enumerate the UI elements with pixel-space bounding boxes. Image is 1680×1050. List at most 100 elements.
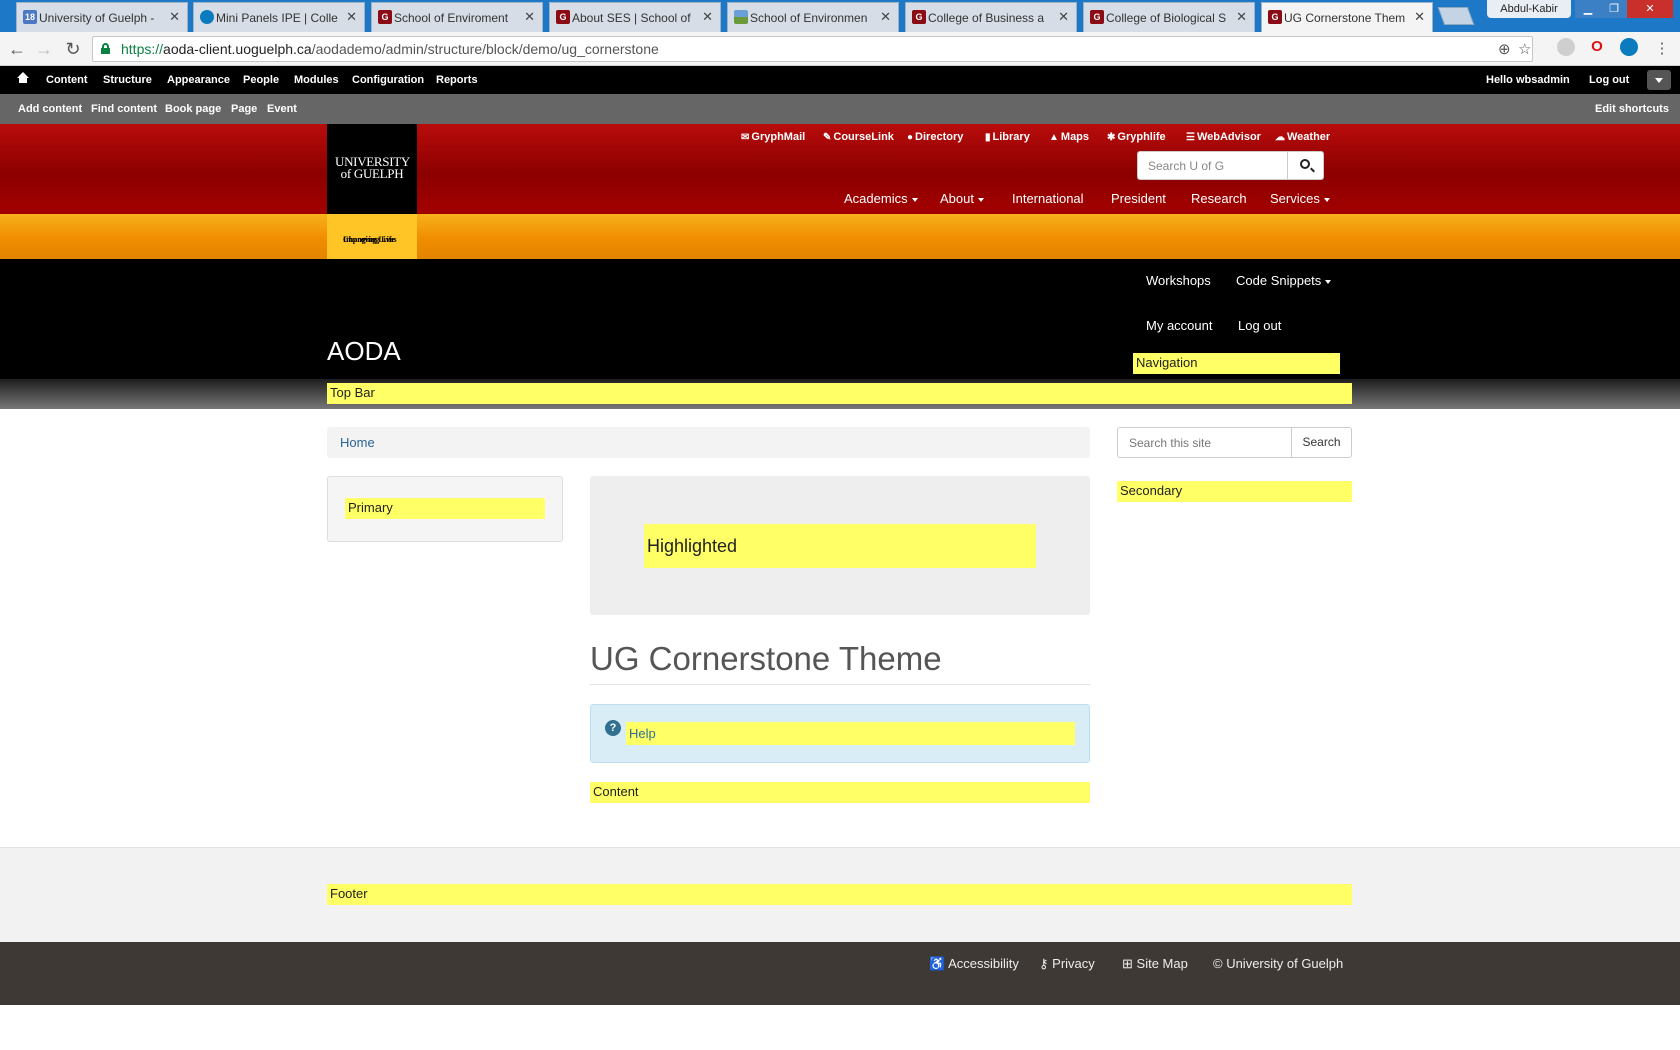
address-bar[interactable]: https://aoda-client.uoguelph.ca/aodademo… [92, 36, 1533, 62]
utility-link-library[interactable]: ▮ Library [985, 131, 1030, 143]
zoom-icon[interactable]: ⊕ [1498, 40, 1511, 58]
guelph-favicon-icon: G [1090, 10, 1104, 24]
close-tab-icon[interactable]: ✕ [880, 9, 891, 25]
browser-tab[interactable]: G College of Biological S ✕ [1083, 2, 1255, 32]
browser-tab[interactable]: Mini Panels IPE | Colle ✕ [193, 2, 365, 32]
utility-link-directory[interactable]: ● Directory [907, 131, 963, 143]
browser-tab[interactable]: G College of Business a ✕ [905, 2, 1077, 32]
shortcut-find-content[interactable]: Find content [91, 103, 157, 115]
list-icon: ☰ [1186, 132, 1195, 143]
guelph-favicon-icon: G [556, 10, 570, 24]
landscape-favicon-icon [734, 10, 748, 24]
profile-button[interactable]: Abdul-Kabir [1487, 0, 1571, 18]
minimize-icon[interactable]: ▁ [1575, 0, 1601, 18]
ug-search-input[interactable]: Search U of G [1137, 151, 1288, 180]
region-secondary: Secondary [1117, 481, 1352, 502]
menu-icon[interactable]: ⋮ [1652, 39, 1672, 59]
ug-search-button[interactable] [1288, 151, 1324, 180]
footer-copyright[interactable]: © University of Guelph [1213, 956, 1343, 971]
close-window-icon[interactable]: ✕ [1627, 0, 1673, 18]
drupal-favicon-icon [200, 10, 214, 24]
site-nav-code-snippets[interactable]: Code Snippets [1236, 273, 1332, 288]
maximize-icon[interactable]: ❐ [1601, 0, 1627, 18]
admin-menu-modules[interactable]: Modules [294, 74, 339, 86]
site-header [0, 259, 1680, 379]
footer-link-privacy[interactable]: ⚷ Privacy [1039, 956, 1095, 972]
site-nav-workshops[interactable]: Workshops [1146, 273, 1211, 288]
utility-link-webadvisor[interactable]: ☰ WebAdvisor [1186, 131, 1261, 143]
footer-link-site-map[interactable]: ⊞ Site Map [1122, 956, 1188, 972]
shortcut-add-content[interactable]: Add content [18, 103, 82, 115]
close-tab-icon[interactable]: ✕ [346, 9, 357, 25]
utility-link-weather[interactable]: ☁ Weather [1275, 131, 1330, 143]
browser-tab[interactable]: G School of Enviroment ✕ [371, 2, 543, 32]
new-tab-button[interactable] [1437, 7, 1475, 25]
sitemap-icon: ⊞ [1122, 956, 1133, 971]
admin-logout-link[interactable]: Log out [1589, 74, 1629, 86]
browser-tab-strip: 18 University of Guelph - ✕ Mini Panels … [0, 0, 1680, 32]
main-nav-president[interactable]: President [1111, 191, 1166, 206]
reload-icon[interactable]: ↻ [63, 39, 83, 59]
admin-menu-appearance[interactable]: Appearance [167, 74, 230, 86]
site-title[interactable]: AODA [327, 336, 401, 367]
shortcut-book-page[interactable]: Book page [165, 103, 221, 115]
admin-menu-configuration[interactable]: Configuration [352, 74, 424, 86]
region-footer: Footer [327, 884, 1352, 905]
admin-menu-reports[interactable]: Reports [436, 74, 478, 86]
extension-icon[interactable] [1557, 38, 1575, 56]
book-icon: ▮ [985, 132, 991, 143]
close-tab-icon[interactable]: ✕ [1414, 9, 1425, 25]
university-logo[interactable]: UNIVERSITY of GUELPH [327, 124, 417, 214]
main-nav-services[interactable]: Services [1270, 191, 1330, 206]
footer-link-accessibility[interactable]: ♿ Accessibility [929, 956, 1019, 972]
guelph-favicon-icon: G [378, 10, 392, 24]
region-content: Content [590, 782, 1090, 803]
close-tab-icon[interactable]: ✕ [1236, 9, 1247, 25]
admin-menu-content[interactable]: Content [46, 74, 88, 86]
main-nav-academics[interactable]: Academics [844, 191, 918, 206]
site-search-input[interactable]: Search this site [1117, 427, 1292, 458]
pencil-icon: ✎ [823, 132, 832, 143]
close-tab-icon[interactable]: ✕ [524, 9, 535, 25]
main-nav-research[interactable]: Research [1191, 191, 1247, 206]
utility-link-courselink[interactable]: ✎ CourseLink [823, 131, 894, 143]
region-help: Help [626, 722, 1075, 745]
question-circle-icon: ? [605, 720, 621, 736]
close-tab-icon[interactable]: ✕ [169, 9, 180, 25]
shortcuts-toggle-button[interactable] [1647, 70, 1671, 90]
edit-shortcuts-link[interactable]: Edit shortcuts [1595, 103, 1669, 115]
site-nav-my-account[interactable]: My account [1146, 318, 1212, 333]
calendar-favicon-icon: 18 [23, 10, 37, 24]
utility-link-gryphmail[interactable]: ✉ GryphMail [741, 131, 805, 143]
shortcut-page[interactable]: Page [231, 103, 257, 115]
tagline-logo: Changing Lives Improving Life [327, 214, 417, 259]
close-tab-icon[interactable]: ✕ [1058, 9, 1069, 25]
site-nav-log-out[interactable]: Log out [1238, 318, 1281, 333]
shortcut-event[interactable]: Event [267, 103, 297, 115]
guelph-favicon-icon: G [912, 10, 926, 24]
utility-link-maps[interactable]: ▲ Maps [1049, 131, 1089, 143]
admin-menu-people[interactable]: People [243, 74, 279, 86]
browser-tab-active[interactable]: G UG Cornerstone Them ✕ [1261, 2, 1433, 32]
bookmark-star-icon[interactable]: ☆ [1518, 40, 1531, 58]
key-icon: ⚷ [1039, 956, 1049, 971]
close-tab-icon[interactable]: ✕ [702, 9, 713, 25]
browser-tab[interactable]: School of Environmen ✕ [727, 2, 899, 32]
breadcrumb: Home [327, 427, 1090, 458]
browser-tab[interactable]: 18 University of Guelph - ✕ [16, 2, 188, 32]
home-icon[interactable] [17, 72, 29, 84]
main-nav-international[interactable]: International [1012, 191, 1084, 206]
drupal-extension-icon[interactable] [1620, 38, 1638, 56]
browser-tab[interactable]: G About SES | School of ✕ [549, 2, 721, 32]
breadcrumb-home-link[interactable]: Home [340, 435, 375, 450]
utility-link-gryphlife[interactable]: ✱ Gryphlife [1107, 131, 1166, 143]
search-icon [1300, 159, 1310, 169]
opera-icon[interactable]: O [1588, 38, 1606, 56]
guelph-favicon-icon: G [1268, 10, 1282, 24]
caret-down-icon [911, 197, 918, 202]
back-icon[interactable]: ← [7, 39, 27, 59]
site-search-button[interactable]: Search [1291, 427, 1352, 458]
main-nav-about[interactable]: About [940, 191, 984, 206]
admin-menu-structure[interactable]: Structure [103, 74, 152, 86]
forward-icon[interactable]: → [34, 39, 54, 59]
